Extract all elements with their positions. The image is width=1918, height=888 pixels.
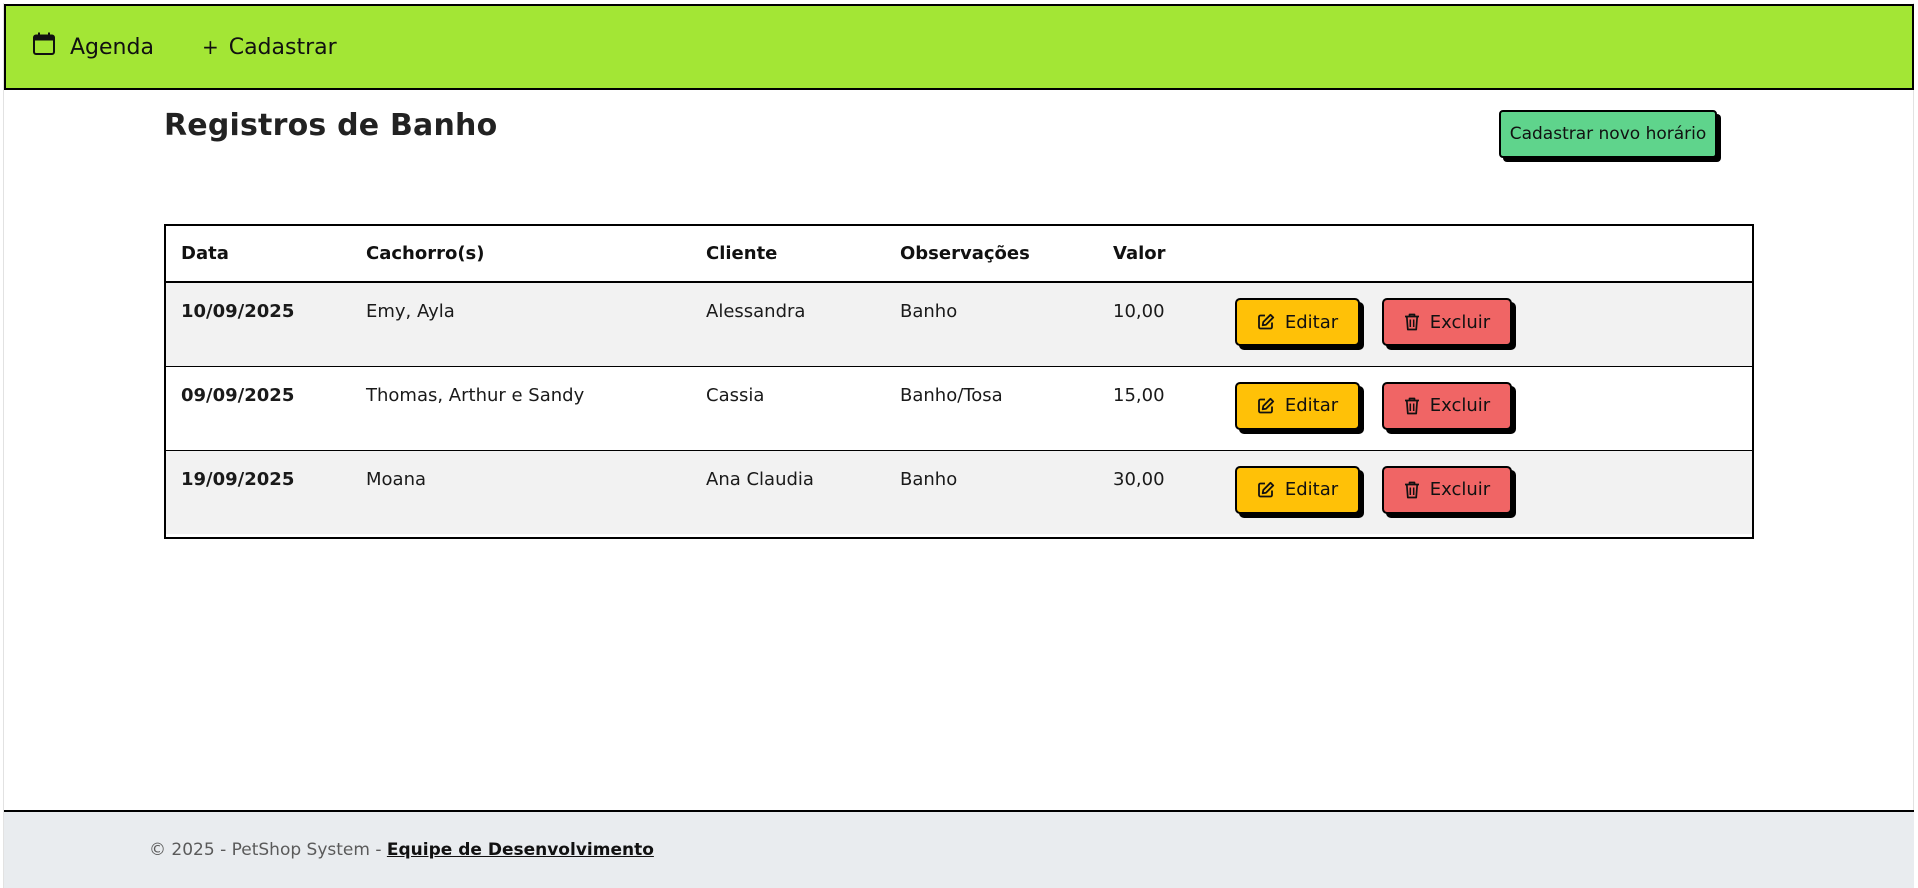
table-row: 10/09/2025 Emy, Ayla Alessandra Banho 10…: [166, 282, 1752, 366]
nav-agenda-link[interactable]: Agenda: [32, 32, 154, 62]
column-header-valor: Valor: [1098, 226, 1220, 283]
cell-observacoes: Banho/Tosa: [900, 384, 1003, 406]
column-header-data: Data: [166, 226, 351, 283]
cell-cachorros: Thomas, Arthur e Sandy: [366, 384, 585, 406]
trash-icon: [1404, 313, 1420, 331]
records-table-container: Data Cachorro(s) Cliente Observações Val…: [164, 224, 1754, 539]
page-footer: © 2025 - PetShop System - Equipe de Dese…: [4, 810, 1914, 888]
calendar-icon: [32, 32, 56, 62]
cell-data: 09/09/2025: [181, 384, 295, 406]
cell-cliente: Cassia: [706, 384, 765, 406]
footer-team-link[interactable]: Equipe de Desenvolvimento: [387, 840, 654, 860]
cell-cliente: Alessandra: [706, 301, 806, 322]
records-table: Data Cachorro(s) Cliente Observações Val…: [166, 226, 1752, 534]
cell-valor: 15,00: [1113, 384, 1165, 406]
column-header-cliente: Cliente: [691, 226, 885, 283]
edit-button[interactable]: Editar: [1235, 381, 1360, 430]
edit-button-label: Editar: [1284, 479, 1339, 500]
edit-button[interactable]: Editar: [1235, 465, 1360, 514]
cell-cachorros: Emy, Ayla: [366, 301, 455, 322]
cell-actions: Editar Excluir: [1220, 282, 1752, 366]
cell-actions: Editar Excluir: [1220, 366, 1752, 450]
delete-button[interactable]: Excluir: [1382, 298, 1512, 346]
cell-observacoes: Banho: [900, 301, 958, 322]
cell-actions: Editar Excluir: [1220, 450, 1752, 534]
trash-icon: [1404, 481, 1420, 499]
column-header-observacoes: Observações: [885, 226, 1098, 283]
delete-button-label: Excluir: [1429, 479, 1491, 500]
cell-data: 19/09/2025: [181, 468, 295, 490]
cell-observacoes: Banho: [900, 468, 958, 490]
pencil-square-icon: [1257, 397, 1275, 415]
table-header-row: Data Cachorro(s) Cliente Observações Val…: [166, 226, 1752, 283]
column-header-cachorros: Cachorro(s): [351, 226, 691, 283]
cell-valor: 10,00: [1113, 301, 1165, 322]
plus-icon: +: [201, 35, 219, 59]
top-navbar: Agenda + Cadastrar: [4, 4, 1914, 90]
delete-button-label: Excluir: [1429, 311, 1491, 333]
cell-data: 10/09/2025: [181, 301, 295, 322]
cell-valor: 30,00: [1113, 468, 1165, 490]
edit-button-label: Editar: [1284, 311, 1339, 333]
new-schedule-button[interactable]: Cadastrar novo horário: [1499, 110, 1717, 158]
footer-copyright: © 2025 - PetShop System -: [149, 840, 387, 860]
cell-cachorros: Moana: [366, 468, 427, 490]
edit-button-label: Editar: [1284, 395, 1339, 416]
nav-cadastrar-link[interactable]: + Cadastrar: [202, 35, 337, 60]
nav-agenda-label: Agenda: [70, 34, 154, 60]
delete-button-label: Excluir: [1429, 395, 1491, 416]
pencil-square-icon: [1257, 481, 1275, 499]
delete-button[interactable]: Excluir: [1382, 381, 1512, 430]
footer-text-container: © 2025 - PetShop System - Equipe de Dese…: [149, 840, 654, 860]
table-row: 09/09/2025 Thomas, Arthur e Sandy Cassia…: [166, 366, 1752, 450]
column-header-actions: [1220, 226, 1752, 283]
page-title: Registros de Banho: [164, 108, 498, 143]
trash-icon: [1404, 397, 1420, 415]
delete-button[interactable]: Excluir: [1382, 465, 1512, 514]
edit-button[interactable]: Editar: [1235, 298, 1360, 346]
table-row: 19/09/2025 Moana Ana Claudia Banho 30,00…: [166, 450, 1752, 534]
nav-cadastrar-label: Cadastrar: [228, 34, 337, 60]
pencil-square-icon: [1257, 313, 1275, 331]
cell-cliente: Ana Claudia: [706, 468, 814, 490]
